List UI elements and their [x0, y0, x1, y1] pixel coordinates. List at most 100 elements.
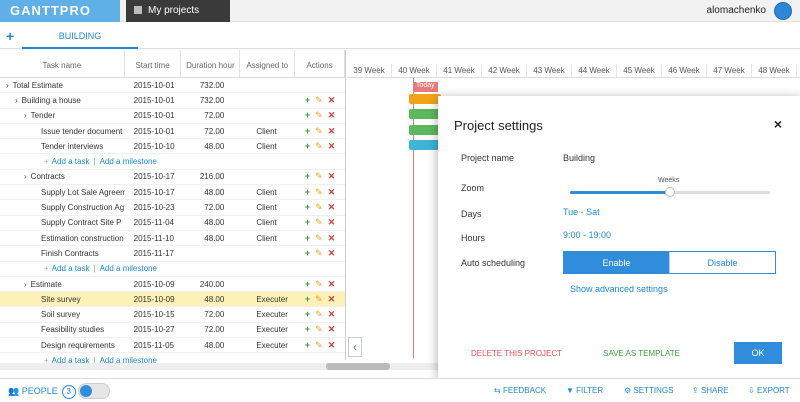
scroll-left-button[interactable]: ‹	[348, 337, 362, 357]
days-value[interactable]: Tue - Sat	[563, 207, 600, 217]
task-row[interactable]: › Tender 2015-10-01 72.00 + ✎ ✕	[0, 109, 345, 124]
assigned-cell[interactable]: Client	[240, 218, 295, 227]
add-subtask-icon[interactable]: +	[305, 110, 310, 121]
delete-icon[interactable]: ✕	[328, 95, 336, 106]
task-row[interactable]: › Contracts 2015-10-17 216.00 + ✎ ✕	[0, 170, 345, 186]
start-time-cell[interactable]: 2015-11-17	[125, 249, 182, 258]
expand-arrow-icon[interactable]: ›	[15, 96, 18, 105]
assigned-cell[interactable]: Executer	[240, 325, 295, 334]
duration-cell[interactable]: 72.00	[181, 310, 240, 319]
edit-icon[interactable]: ✎	[315, 141, 323, 152]
duration-cell[interactable]: 240.00	[181, 280, 240, 289]
feedback-button[interactable]: ⇆ FEEDBACK	[494, 386, 546, 395]
task-row[interactable]: Tender interviews 2015-10-10 48.00 Client + ✎…	[0, 139, 345, 155]
start-time-cell[interactable]: 2015-11-05	[125, 341, 182, 350]
duration-cell[interactable]: 48.00	[181, 341, 240, 350]
duration-cell[interactable]: 72.00	[181, 325, 240, 334]
delete-icon[interactable]: ✕	[328, 279, 336, 290]
add-milestone-link[interactable]: Add a milestone	[100, 157, 157, 166]
scrollbar-thumb[interactable]	[326, 363, 390, 370]
duration-cell[interactable]: 48.00	[181, 188, 240, 197]
duration-cell[interactable]: 216.00	[181, 172, 240, 181]
add-subtask-icon[interactable]: +	[305, 324, 310, 335]
close-icon[interactable]: ×	[774, 116, 782, 132]
task-bar[interactable]	[409, 109, 441, 120]
edit-icon[interactable]: ✎	[315, 309, 323, 320]
enable-button[interactable]: Enable	[564, 252, 669, 273]
add-subtask-icon[interactable]: +	[305, 279, 310, 290]
ok-button[interactable]: OK	[734, 342, 782, 364]
start-time-cell[interactable]: 2015-10-23	[125, 203, 182, 212]
add-subtask-icon[interactable]: +	[305, 233, 310, 244]
task-row[interactable]: Estimation construction 2015-11-10 48.00 Cl…	[0, 231, 345, 247]
task-bar[interactable]	[409, 94, 441, 104]
edit-icon[interactable]: ✎	[315, 248, 323, 259]
start-time-cell[interactable]: 2015-10-01	[125, 111, 182, 120]
task-name-cell[interactable]: Supply Contract Site P	[0, 218, 125, 227]
export-button[interactable]: ⇩ EXPORT	[748, 386, 790, 395]
add-subtask-icon[interactable]: +	[305, 141, 310, 152]
task-row[interactable]: › Estimate 2015-10-09 240.00 + ✎ ✕	[0, 277, 345, 293]
duration-cell[interactable]: 72.00	[181, 127, 240, 136]
task-name-cell[interactable]: Tender interviews	[0, 142, 125, 151]
task-name-cell[interactable]: Finish Contracts	[0, 249, 125, 258]
col-duration[interactable]: Duration hour	[181, 50, 241, 77]
task-row[interactable]: Supply Construction Ag 2015-10-23 72.00 Cli…	[0, 200, 345, 216]
duration-cell[interactable]: 732.00	[181, 81, 240, 90]
delete-icon[interactable]: ✕	[328, 126, 336, 137]
delete-icon[interactable]: ✕	[328, 110, 336, 121]
col-task-name[interactable]: Task name	[0, 50, 125, 77]
delete-icon[interactable]: ✕	[328, 340, 336, 351]
task-name-cell[interactable]: › Contracts	[0, 172, 125, 181]
assigned-cell[interactable]: Client	[240, 142, 295, 151]
save-as-template-button[interactable]: SAVE AS TEMPLATE	[603, 349, 680, 358]
start-time-cell[interactable]: 2015-10-15	[125, 310, 182, 319]
duration-cell[interactable]: 48.00	[181, 142, 240, 151]
assigned-cell[interactable]: Client	[240, 234, 295, 243]
task-name-cell[interactable]: › Estimate	[0, 280, 125, 289]
start-time-cell[interactable]: 2015-10-09	[125, 280, 182, 289]
start-time-cell[interactable]: 2015-11-10	[125, 234, 182, 243]
delete-icon[interactable]: ✕	[328, 217, 336, 228]
edit-icon[interactable]: ✎	[315, 340, 323, 351]
start-time-cell[interactable]: 2015-10-01	[125, 81, 182, 90]
delete-icon[interactable]: ✕	[328, 171, 336, 182]
task-row[interactable]: Design requirements 2015-11-05 48.00 Execut…	[0, 338, 345, 354]
edit-icon[interactable]: ✎	[315, 171, 323, 182]
start-time-cell[interactable]: 2015-10-17	[125, 188, 182, 197]
assigned-cell[interactable]: Client	[240, 203, 295, 212]
zoom-slider[interactable]	[570, 187, 770, 197]
col-assigned[interactable]: Assigned to	[240, 50, 296, 77]
task-row[interactable]: Site survey 2015-10-09 48.00 Executer + ✎ ✕	[0, 292, 345, 308]
add-project-button[interactable]: +	[6, 28, 14, 44]
delete-icon[interactable]: ✕	[328, 324, 336, 335]
assigned-cell[interactable]: Executer	[240, 295, 295, 304]
task-row[interactable]: Soil survey 2015-10-15 72.00 Executer + ✎ ✕	[0, 307, 345, 323]
settings-button[interactable]: ⚙ SETTINGS	[624, 386, 673, 395]
task-row[interactable]: Supply Contract Site P 2015-11-04 48.00 Cli…	[0, 216, 345, 231]
add-subtask-icon[interactable]: +	[305, 171, 310, 182]
task-name-cell[interactable]: Issue tender document	[0, 127, 125, 136]
task-name-cell[interactable]: Design requirements	[0, 341, 125, 350]
hours-value[interactable]: 9:00 - 19:00	[563, 230, 611, 240]
add-subtask-icon[interactable]: +	[305, 202, 310, 213]
task-row[interactable]: Finish Contracts 2015-11-17 + ✎ ✕	[0, 246, 345, 262]
edit-icon[interactable]: ✎	[315, 95, 323, 106]
disable-button[interactable]: Disable	[669, 252, 775, 273]
delete-icon[interactable]: ✕	[328, 309, 336, 320]
add-subtask-icon[interactable]: +	[305, 248, 310, 259]
edit-icon[interactable]: ✎	[315, 217, 323, 228]
add-milestone-link[interactable]: Add a milestone	[100, 264, 157, 273]
add-subtask-icon[interactable]: +	[305, 340, 310, 351]
task-name-cell[interactable]: Supply Lot Sale Agreem	[0, 188, 125, 197]
add-subtask-icon[interactable]: +	[305, 217, 310, 228]
task-name-cell[interactable]: Estimation construction	[0, 234, 125, 243]
expand-arrow-icon[interactable]: ›	[24, 172, 27, 181]
zoom-slider-handle[interactable]	[665, 187, 675, 197]
assigned-cell[interactable]: Client	[240, 127, 295, 136]
delete-icon[interactable]: ✕	[328, 187, 336, 198]
app-logo[interactable]: GANTTPRO	[0, 0, 120, 22]
start-time-cell[interactable]: 2015-10-10	[125, 142, 182, 151]
assigned-cell[interactable]: Executer	[240, 341, 295, 350]
duration-cell[interactable]: 48.00	[181, 234, 240, 243]
